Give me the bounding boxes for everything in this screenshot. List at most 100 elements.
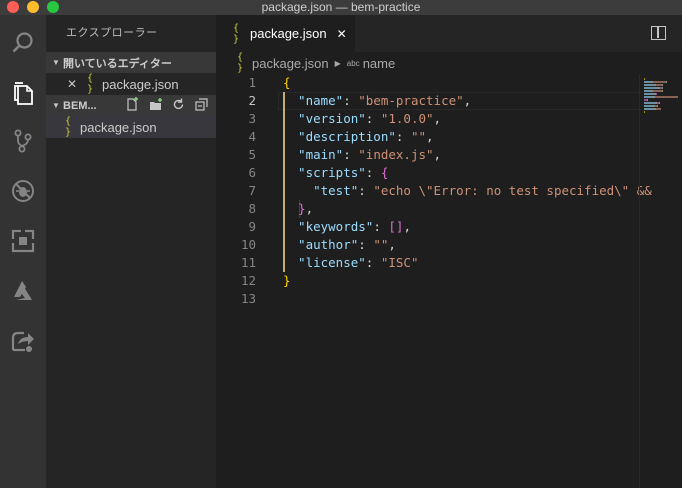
source-control-icon[interactable]	[0, 121, 46, 161]
tab-bar: { } package.json ✕	[216, 15, 682, 52]
minimap-token	[657, 105, 658, 107]
minimap-token	[662, 84, 663, 86]
minimap-token	[644, 84, 654, 86]
minimap-token	[662, 87, 663, 89]
line-number: 6	[248, 165, 256, 180]
minimap-token	[659, 102, 660, 104]
minimap-token	[644, 108, 654, 110]
file-tree-item[interactable]: { } package.json	[46, 116, 216, 138]
split-editor-icon[interactable]	[651, 26, 666, 40]
minimap-token	[644, 93, 654, 95]
line-text: "test": "echo \"Error: no test specified…	[283, 182, 652, 200]
code-token: "1.0.0"	[380, 111, 434, 126]
code-line[interactable]: 9 "keywords": [],	[216, 218, 682, 236]
code-token: "main"	[283, 147, 344, 162]
close-icon[interactable]: ✕	[65, 77, 79, 91]
code-token: ""	[373, 237, 389, 252]
code-token: "keywords"	[283, 219, 374, 234]
minimap-token	[653, 90, 662, 92]
line-number: 9	[248, 219, 256, 234]
string-symbol-icon: abc	[346, 58, 360, 68]
code-token: "test"	[283, 183, 359, 198]
breadcrumb: { } package.json ▶ abc name	[216, 52, 682, 74]
window-title: package.json — bem-practice	[261, 0, 421, 14]
minimap-token	[656, 108, 661, 110]
code-line[interactable]: 12}	[216, 272, 682, 290]
search-icon[interactable]	[0, 23, 46, 63]
code-line[interactable]: 4 "description": "",	[216, 128, 682, 146]
code-line[interactable]: 6 "scripts": {	[216, 164, 682, 182]
code-token: "ISC"	[380, 255, 419, 270]
breadcrumb-symbol[interactable]: name	[363, 56, 396, 71]
line-text: "license": "ISC"	[283, 254, 419, 272]
code-token: {	[380, 165, 389, 180]
code-line[interactable]: 11 "license": "ISC"	[216, 254, 682, 272]
open-editors-label: 開いているエディター	[63, 57, 172, 70]
code-line[interactable]: 2 "name": "bem-practice",	[216, 92, 682, 110]
line-text: "version": "1.0.0",	[283, 110, 441, 128]
editor-group: { } package.json ✕ { } package.json ▶ ab…	[216, 15, 682, 488]
live-share-icon[interactable]	[0, 321, 46, 361]
code-token: :	[365, 255, 381, 270]
code-line[interactable]: 10 "author": "",	[216, 236, 682, 254]
json-file-icon: { }	[86, 73, 94, 95]
code-line[interactable]: 3 "version": "1.0.0",	[216, 110, 682, 128]
line-text: "author": "",	[283, 236, 396, 254]
minimap-token	[656, 93, 657, 95]
code-token: ,	[305, 201, 314, 216]
minimap-token	[666, 81, 667, 83]
line-text: },	[283, 200, 313, 218]
code-token: :	[358, 183, 374, 198]
new-folder-icon[interactable]	[149, 97, 162, 114]
line-number: 3	[248, 111, 256, 126]
folder-section-header[interactable]: ▼ BEM...	[46, 95, 216, 116]
explorer-title: エクスプローラー	[66, 27, 158, 39]
activity-bar	[0, 15, 46, 488]
open-editor-item[interactable]: ✕ { } package.json	[46, 73, 216, 95]
code-line[interactable]: 8 },	[216, 200, 682, 218]
code-editor[interactable]: 1{2 "name": "bem-practice", 3 "version": …	[216, 74, 682, 488]
close-window-button[interactable]	[7, 1, 19, 13]
minimize-window-button[interactable]	[27, 1, 39, 13]
new-file-icon[interactable]	[126, 97, 139, 114]
minimap-token	[653, 81, 666, 83]
folder-toolbar	[126, 97, 216, 114]
folder-label: BEM...	[63, 99, 97, 112]
line-number: 5	[248, 147, 256, 162]
tab-package-json[interactable]: { } package.json ✕	[216, 15, 355, 52]
code-line[interactable]: 1{	[216, 74, 682, 92]
code-token: }	[283, 201, 306, 216]
line-number: 2	[248, 93, 256, 108]
azure-icon[interactable]	[0, 271, 46, 311]
code-token: }	[283, 273, 291, 288]
code-token: "name"	[283, 93, 344, 108]
code-line[interactable]: 13	[216, 290, 682, 308]
code-line[interactable]: 5 "main": "index.js",	[216, 146, 682, 164]
collapse-all-icon[interactable]	[195, 97, 208, 114]
maximize-window-button[interactable]	[47, 1, 59, 13]
file-tree-filename: package.json	[80, 119, 157, 135]
debug-icon[interactable]	[0, 171, 46, 211]
tab-label: package.json	[250, 26, 327, 41]
chevron-right-icon: ▶	[334, 58, 341, 68]
line-text: }	[283, 272, 291, 290]
code-line[interactable]: 7 "test": "echo \"Error: no test specifi…	[216, 182, 682, 200]
minimap-token	[644, 90, 651, 92]
line-number: 12	[240, 273, 256, 288]
explorer-sidebar: エクスプローラー ▼ 開いているエディター ✕ { } package.json…	[46, 15, 216, 488]
extensions-icon[interactable]	[0, 221, 46, 261]
files-icon[interactable]	[0, 73, 46, 113]
code-token: "version"	[283, 111, 366, 126]
code-token: :	[365, 165, 381, 180]
line-text: "keywords": [],	[283, 218, 411, 236]
open-editors-section-header[interactable]: ▼ 開いているエディター	[46, 52, 216, 73]
minimap-token	[662, 90, 663, 92]
refresh-icon[interactable]	[172, 98, 185, 114]
window-controls	[7, 1, 59, 13]
breadcrumb-file[interactable]: package.json	[252, 56, 329, 71]
code-token: ,	[426, 129, 434, 144]
close-icon[interactable]: ✕	[337, 27, 347, 41]
minimap[interactable]	[640, 74, 682, 134]
line-text: "name": "bem-practice",	[283, 92, 471, 110]
code-token: "description"	[283, 129, 396, 144]
